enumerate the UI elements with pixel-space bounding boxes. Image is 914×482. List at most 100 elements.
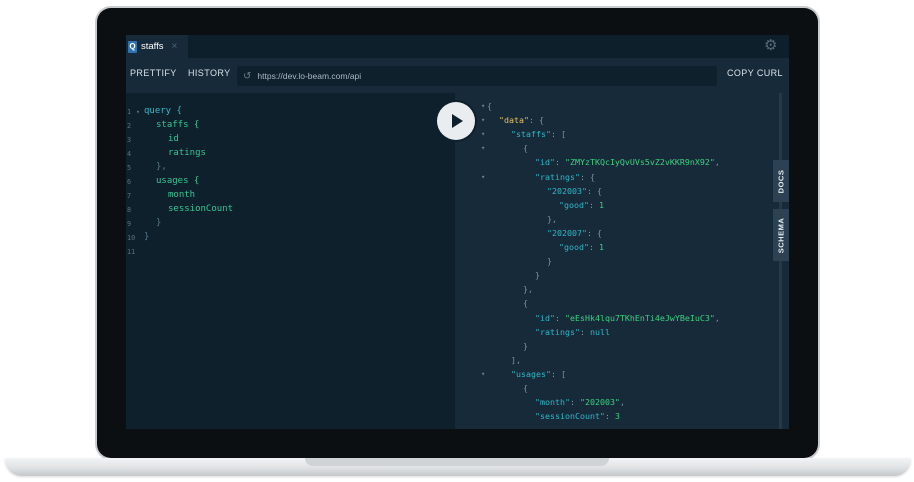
code-line: month bbox=[168, 190, 196, 200]
json-token: : { bbox=[579, 171, 595, 182]
fold-arrow-icon[interactable]: ▾ bbox=[481, 102, 485, 110]
toolbar: PRETTIFY HISTORY ↺ https://dev.lo-beam.c… bbox=[126, 58, 789, 93]
json-token: "usages" bbox=[511, 368, 551, 379]
fold-arrow-icon[interactable]: ▾ bbox=[481, 116, 485, 124]
json-token: 3 bbox=[614, 411, 620, 422]
json-line: "ratings": null bbox=[535, 327, 610, 337]
json-token: "good" bbox=[559, 199, 589, 210]
tab-bar: Q staffs × ⚙ bbox=[126, 35, 789, 58]
tab-title: staffs bbox=[141, 41, 164, 52]
json-token: , bbox=[619, 397, 625, 408]
json-token: "good" bbox=[559, 242, 589, 252]
json-line: "id": "ZMYzTKQcIyQvUVs5vZ2vKKR9nX92", bbox=[535, 157, 720, 167]
json-token: }, bbox=[547, 213, 557, 224]
docs-tab-label: DOCS bbox=[776, 169, 786, 193]
json-token: , bbox=[714, 312, 720, 323]
json-token: "202003" bbox=[547, 185, 587, 196]
json-line: }, bbox=[523, 284, 533, 294]
json-line: "data": { bbox=[499, 115, 544, 125]
json-token: "month" bbox=[535, 397, 570, 408]
fold-arrow-icon[interactable]: ▾ bbox=[481, 173, 485, 181]
fold-arrow-icon[interactable]: ▾ bbox=[481, 370, 485, 378]
code-line: id bbox=[168, 134, 179, 144]
json-token: : [ bbox=[550, 129, 566, 140]
line-number: 7 bbox=[127, 192, 132, 200]
code-line: staffs { bbox=[156, 120, 200, 130]
json-token: ], bbox=[511, 354, 521, 365]
url-text: https://dev.lo-beam.com/api bbox=[257, 71, 362, 81]
json-token: 1 bbox=[598, 199, 604, 210]
schema-tab[interactable]: SCHEMA bbox=[773, 209, 789, 261]
json-token: "ZMYzTKQcIyQvUVs5vZ2vKKR9nX92" bbox=[564, 157, 715, 168]
json-line: "sessionCount": 3 bbox=[535, 411, 620, 421]
schema-tab-label: SCHEMA bbox=[776, 217, 786, 253]
json-token: "id" bbox=[535, 312, 555, 323]
json-token: { bbox=[523, 383, 528, 393]
json-line: { bbox=[523, 143, 528, 153]
json-token: "202007" bbox=[547, 227, 587, 238]
json-token: "staffs" bbox=[511, 129, 551, 140]
docs-tab[interactable]: DOCS bbox=[773, 160, 789, 202]
line-number: 2 bbox=[127, 122, 132, 130]
copy-curl-button[interactable]: COPY CURL bbox=[727, 68, 783, 78]
json-token: "data" bbox=[499, 115, 529, 126]
json-line: ], bbox=[511, 355, 521, 365]
json-token: } bbox=[523, 340, 528, 351]
fold-arrow-icon[interactable]: ▾ bbox=[481, 130, 485, 138]
url-field[interactable]: ↺ https://dev.lo-beam.com/api bbox=[237, 66, 717, 86]
json-line: "month": "202003", bbox=[535, 397, 625, 407]
json-line: "good": 1 bbox=[559, 200, 604, 210]
json-token: : bbox=[579, 326, 590, 337]
json-line: } bbox=[523, 341, 528, 351]
fold-arrow-icon[interactable]: ▾ bbox=[481, 144, 485, 152]
code-line: sessionCount bbox=[168, 204, 234, 214]
json-token: "eEsHk4lqu7TKhEnTi4eJwYBeIuC3" bbox=[564, 312, 715, 323]
fold-arrow-icon[interactable]: ▾ bbox=[136, 108, 140, 116]
json-token: : { bbox=[528, 115, 544, 126]
laptop-stage: Q staffs × ⚙ PRETTIFY HISTORY ↺ https://… bbox=[0, 0, 914, 482]
close-icon[interactable]: × bbox=[172, 41, 178, 52]
code-line: query { bbox=[144, 106, 182, 116]
json-token: { bbox=[487, 101, 492, 111]
json-token: } bbox=[535, 270, 540, 281]
json-line: } bbox=[547, 256, 552, 266]
gear-icon[interactable]: ⚙ bbox=[764, 36, 777, 54]
laptop-notch bbox=[305, 458, 609, 466]
line-number: 4 bbox=[127, 150, 132, 158]
code-line: ratings bbox=[168, 148, 206, 158]
json-line: { bbox=[523, 383, 528, 393]
json-token: : bbox=[588, 242, 599, 252]
json-token: "id" bbox=[535, 157, 555, 168]
tab-staffs[interactable]: Q staffs × bbox=[126, 35, 188, 58]
json-line: { bbox=[523, 298, 528, 308]
query-editor[interactable]: 1 2 3 4 5 6 7 8 9 10 11 ▾ query {staffs {id ratings},… bbox=[126, 93, 455, 429]
execute-button[interactable] bbox=[437, 102, 475, 140]
json-token: : [ bbox=[550, 368, 566, 379]
json-token: "202003" bbox=[579, 397, 620, 408]
json-token: { bbox=[523, 143, 528, 154]
json-token: : bbox=[554, 312, 565, 323]
json-token: : { bbox=[586, 185, 602, 196]
json-token: "sessionCount" bbox=[535, 411, 605, 422]
json-token: : bbox=[588, 199, 599, 210]
history-button[interactable]: HISTORY bbox=[188, 68, 230, 78]
json-line: "ratings": { bbox=[535, 172, 595, 182]
json-line: "good": 1 bbox=[559, 242, 604, 252]
scrollbar[interactable] bbox=[779, 93, 782, 429]
json-token: null bbox=[589, 326, 610, 337]
json-line: "id": "eEsHk4lqu7TKhEnTi4eJwYBeIuC3", bbox=[535, 313, 720, 323]
line-number: 1 bbox=[127, 108, 132, 116]
json-token: , bbox=[714, 157, 720, 168]
json-line: "staffs": [ bbox=[511, 129, 566, 139]
prettify-button[interactable]: PRETTIFY bbox=[130, 68, 177, 78]
play-icon bbox=[452, 114, 463, 128]
json-line: } bbox=[535, 270, 540, 280]
json-token: }, bbox=[523, 284, 533, 295]
json-token: : bbox=[604, 411, 615, 422]
json-token: : bbox=[554, 157, 565, 168]
history-icon[interactable]: ↺ bbox=[243, 71, 251, 82]
line-number: 3 bbox=[127, 136, 132, 144]
json-line: "202007": { bbox=[547, 228, 602, 238]
json-token: 1 bbox=[598, 242, 604, 252]
line-number: 5 bbox=[127, 164, 132, 172]
